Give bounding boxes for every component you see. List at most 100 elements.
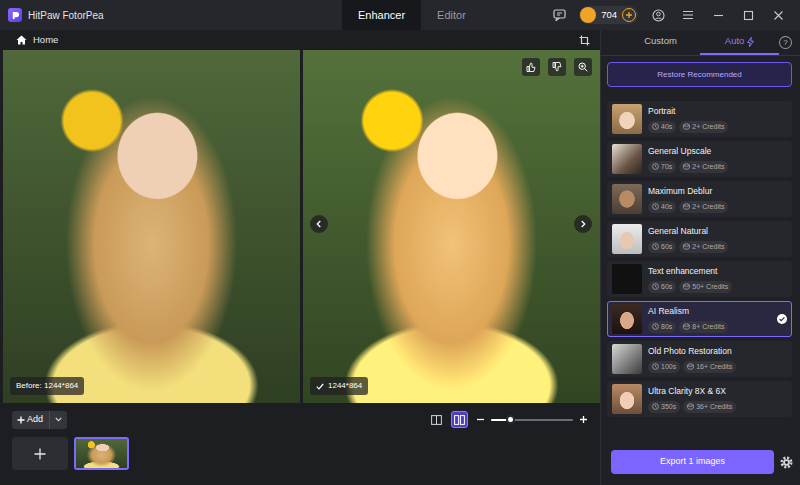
help-button[interactable]: ?	[779, 36, 792, 49]
clock-icon	[652, 363, 659, 370]
model-item[interactable]: Ultra Clarity 8X & 6X 350s36+ Credits	[607, 381, 792, 417]
model-name: AI Realism	[648, 305, 773, 318]
after-pane: 1244*864	[303, 50, 600, 403]
add-file-tile[interactable]	[12, 437, 68, 470]
view-mode-button[interactable]	[451, 411, 468, 428]
panel-tab[interactable]: Custom	[621, 30, 700, 55]
menu-icon[interactable]	[678, 5, 698, 25]
home-link[interactable]: Home	[33, 33, 58, 47]
selected-check-icon	[777, 314, 787, 324]
time-pill: 70s	[648, 161, 676, 174]
credits-pill: 2+ Credits	[679, 201, 728, 214]
export-button[interactable]: Export 1 images	[611, 450, 774, 474]
model-thumbnail	[612, 184, 642, 214]
credits-icon	[683, 243, 690, 250]
toolbar: Home	[0, 30, 600, 50]
minimize-icon[interactable]	[708, 5, 728, 25]
thumbs-down-icon[interactable]	[548, 58, 566, 76]
crop-icon[interactable]	[579, 33, 590, 48]
credits-icon	[687, 363, 694, 370]
time-pill: 40s	[648, 201, 676, 214]
clock-icon	[652, 243, 659, 250]
model-thumbnail	[612, 104, 642, 134]
model-name: Portrait	[648, 105, 787, 118]
file-thumbnail[interactable]	[74, 437, 129, 470]
view-mode-button[interactable]	[428, 411, 445, 428]
model-thumbnail	[612, 144, 642, 174]
mode-tabs: EnhancerEditor	[342, 0, 482, 30]
model-item[interactable]: AI Realism 80s8+ Credits	[607, 301, 792, 337]
message-icon[interactable]	[549, 5, 569, 25]
add-dropdown-icon[interactable]	[49, 411, 67, 429]
panel-tab[interactable]: Auto	[700, 30, 779, 55]
credits-icon	[683, 203, 690, 210]
after-photo	[303, 50, 600, 403]
zoom-handle[interactable]	[506, 415, 515, 424]
model-thumbnail	[612, 344, 642, 374]
before-photo	[3, 50, 300, 403]
view-mode-toggle	[428, 411, 468, 428]
compare-view: Before: 1244*864	[0, 50, 600, 403]
thumbs-up-icon[interactable]	[522, 58, 540, 76]
time-pill: 60s	[648, 281, 676, 294]
model-name: Old Photo Restoration	[648, 345, 787, 358]
close-icon[interactable]	[768, 5, 788, 25]
app-window: HitPaw FotorPea EnhancerEditor 704	[0, 0, 800, 485]
time-pill: 80s	[648, 321, 676, 334]
title-bar: HitPaw FotorPea EnhancerEditor 704	[0, 0, 800, 30]
credits-icon	[687, 403, 694, 410]
clock-icon	[652, 123, 659, 130]
logo-icon	[8, 8, 22, 22]
thumbnail-photo	[76, 439, 127, 468]
zoom-control	[476, 415, 588, 424]
model-name: General Upscale	[648, 145, 787, 158]
time-pill: 40s	[648, 121, 676, 134]
add-credits-icon[interactable]	[622, 8, 636, 22]
zoom-in-icon[interactable]	[574, 58, 592, 76]
credits-badge[interactable]: 704	[579, 6, 638, 24]
plus-icon	[34, 448, 46, 460]
mode-tab[interactable]: Editor	[421, 0, 482, 30]
restore-recommended-button[interactable]: Restore Recommended	[607, 62, 792, 87]
panel-tabs: CustomAuto?	[601, 30, 800, 56]
maximize-icon[interactable]	[738, 5, 758, 25]
zoom-slider[interactable]	[491, 419, 573, 421]
thumbnail-row	[12, 437, 588, 470]
credits-pill: 2+ Credits	[679, 161, 728, 174]
credits-pill: 2+ Credits	[679, 121, 728, 134]
settings-gear-icon[interactable]	[780, 456, 793, 469]
model-item[interactable]: General Natural60s2+ Credits	[607, 221, 792, 257]
model-item[interactable]: Portrait 40s2+ Credits	[607, 101, 792, 137]
mode-tab[interactable]: Enhancer	[342, 0, 421, 30]
model-name: Text enhancement	[648, 265, 787, 278]
model-name: Ultra Clarity 8X & 6X	[648, 385, 787, 398]
next-arrow-icon[interactable]	[574, 215, 592, 233]
user-icon[interactable]	[648, 5, 668, 25]
previous-arrow-icon[interactable]	[310, 215, 328, 233]
clock-icon	[652, 403, 659, 410]
model-item[interactable]: Text enhancement60s50+ Credits	[607, 261, 792, 297]
credits-count: 704	[599, 8, 619, 22]
before-pane: Before: 1244*864	[3, 50, 300, 403]
model-name: General Natural	[648, 225, 787, 238]
side-by-side-icon	[454, 415, 465, 425]
zoom-in-plus-icon[interactable]	[579, 415, 588, 424]
clock-icon	[652, 283, 659, 290]
home-icon[interactable]	[16, 35, 27, 45]
model-item[interactable]: Old Photo Restoration100s16+ Credits	[607, 341, 792, 377]
model-panel: CustomAuto? Restore Recommended Portrait…	[600, 30, 800, 485]
credits-icon	[683, 283, 690, 290]
check-icon	[316, 383, 324, 390]
add-button[interactable]: Add	[12, 411, 67, 429]
model-item[interactable]: Maximum Deblur40s2+ Credits	[607, 181, 792, 217]
before-label: Before: 1244*864	[10, 377, 84, 395]
time-pill: 60s	[648, 241, 676, 254]
model-thumbnail	[612, 224, 642, 254]
time-pill: 350s	[648, 401, 680, 414]
model-item[interactable]: General Upscale 70s2+ Credits	[607, 141, 792, 177]
zoom-out-icon[interactable]	[476, 415, 485, 424]
credits-pill: 36+ Credits	[683, 401, 736, 414]
model-thumbnail	[612, 304, 642, 334]
credits-pill: 8+ Credits	[679, 321, 728, 334]
clock-icon	[652, 203, 659, 210]
